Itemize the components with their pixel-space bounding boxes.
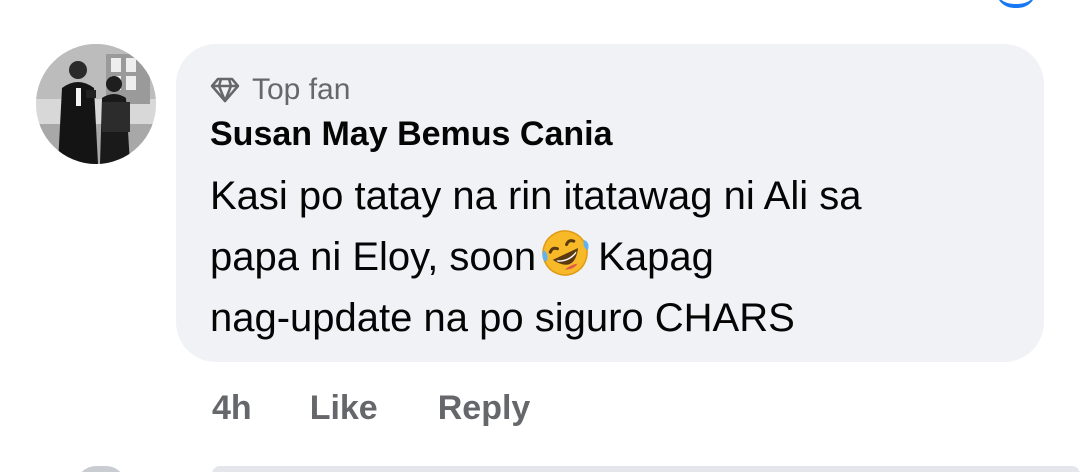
comment-actions: 4h Like Reply	[212, 384, 530, 432]
avatar[interactable]	[36, 44, 156, 164]
comment-line-segment: papa ni Eloy, soon	[210, 235, 537, 279]
comment-text: Kasi po tatay na rin itatawag ni Ali sa …	[210, 166, 1020, 349]
comment-line: Kasi po tatay na rin itatawag ni Ali sa	[210, 174, 862, 218]
next-comment-avatar	[76, 466, 126, 472]
like-button[interactable]: Like	[310, 384, 378, 432]
reply-button[interactable]: Reply	[438, 384, 531, 432]
next-comment-bubble	[212, 466, 1080, 472]
author-name[interactable]: Susan May Bemus Cania	[210, 112, 612, 156]
comment-line: nag-update na po siguro CHARS	[210, 296, 795, 340]
comment-line: papa ni Eloy, soon Kapag	[210, 227, 1020, 288]
avatar-photo	[36, 44, 156, 164]
top-fan-badge[interactable]: Top fan	[210, 70, 350, 110]
previous-comment-indicator	[996, 0, 1036, 8]
comment-line-segment: Kapag	[598, 235, 714, 279]
badge-label: Top fan	[252, 73, 351, 106]
diamond-icon	[210, 77, 240, 103]
comment-timestamp[interactable]: 4h	[212, 384, 252, 432]
rolling-on-floor-laughing-emoji-icon	[540, 228, 590, 278]
comment-thread: Top fan Susan May Bemus Cania Kasi po ta…	[0, 0, 1080, 472]
